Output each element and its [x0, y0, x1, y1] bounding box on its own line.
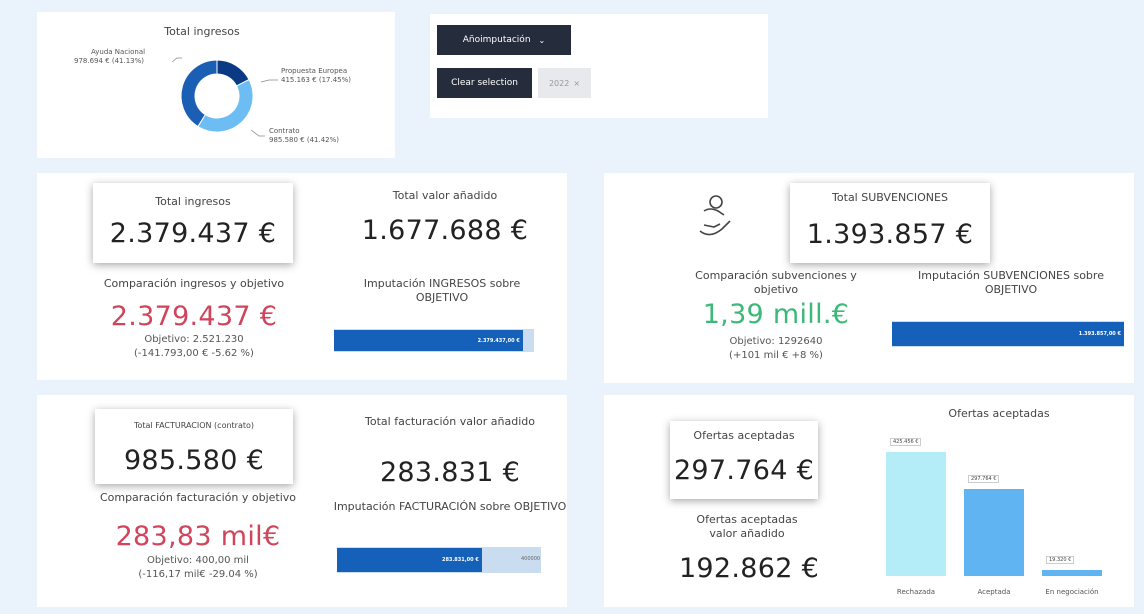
filter-card: Añoimputación ⌄ Clear selection 2022 × — [430, 14, 768, 118]
facturacion-gauge-target-label: 400000 — [521, 556, 541, 562]
chart-x-tick-label: Rechazada — [896, 588, 936, 596]
facturacion-va-title: Total facturación valor añadido — [365, 415, 535, 428]
subvenciones-comp-diff: (+101 mil € +8 %) — [729, 350, 823, 361]
facturacion-gauge-title: Imputación FACTURACIÓN sobre OBJETIVO — [333, 500, 567, 513]
ingresos-va-value: 1.677.688 € — [361, 215, 529, 246]
chart-x-tick-label: En negociación — [1045, 588, 1099, 596]
ingresos-gauge-fill: 2.379.437,00 € — [334, 330, 523, 351]
ingresos-comp-goal: Objetivo: 2.521.230 — [144, 334, 244, 345]
facturacion-comp-diff: (-116,17 mil€ -29.04 %) — [138, 569, 258, 580]
chart-data-label: 19.320 € — [1046, 556, 1075, 565]
gauge-value-label: 2.379.437,00 € — [477, 337, 520, 344]
donut-label-value: 415.163 € (17.45%) — [281, 76, 352, 84]
ingresos-kpi-box: Total ingresos 2.379.437 € — [93, 183, 293, 263]
chart-data-label: 425.456 € — [890, 438, 922, 446]
subvenciones-kpi-value: 1.393.857 € — [806, 219, 974, 250]
subvenciones-kpi-title: Total SUBVENCIONES — [832, 191, 948, 204]
donut-label-contrato: Contrato 985.580 € (41.42%) — [269, 127, 379, 145]
facturacion-gauge-fill: 283.831,00 € — [337, 548, 482, 572]
year-chip-label: 2022 — [548, 78, 570, 88]
facturacion-kpi-title: Total FACTURACION (contrato) — [133, 421, 255, 430]
chart-x-tick-label: Aceptada — [977, 588, 1011, 596]
chart-bar[interactable] — [886, 452, 946, 576]
donut-label-value: 978.694 € (41.13%) — [73, 57, 144, 65]
facturacion-kpi-box: Total FACTURACION (contrato) 985.580 € — [95, 409, 293, 484]
chevron-down-icon: ⌄ — [538, 35, 546, 45]
close-icon[interactable]: × — [573, 79, 580, 88]
ingresos-card: Total ingresos 2.379.437 € Total valor a… — [37, 173, 567, 380]
chart-bar[interactable] — [1042, 570, 1102, 576]
ingresos-kpi-value: 2.379.437 € — [109, 218, 277, 249]
subvenciones-kpi-box: Total SUBVENCIONES 1.393.857 € — [790, 183, 990, 263]
subvenciones-comp-goal: Objetivo: 1292640 — [729, 336, 823, 347]
facturacion-comp-title: Comparación facturación y objetivo — [99, 491, 297, 504]
donut-label-name: Contrato — [269, 127, 300, 135]
facturacion-kpi-value: 985.580 € — [123, 445, 265, 476]
donut-label-name: Propuesta Europea — [281, 67, 348, 75]
year-dropdown-label: Añoimputación — [462, 35, 531, 45]
ingresos-kpi-title: Total ingresos — [155, 195, 231, 208]
ingresos-comp-title: Comparación ingresos y objetivo — [103, 277, 285, 290]
subvenciones-card: Total SUBVENCIONES 1.393.857 € Comparaci… — [604, 173, 1134, 383]
year-dropdown[interactable]: Añoimputación ⌄ — [437, 25, 571, 55]
donut-label-propuesta: Propuesta Europea 415.163 € (17.45%) — [281, 67, 391, 85]
donut-label-value: 985.580 € (41.42%) — [269, 136, 340, 144]
donut-card: Total ingresos Ayuda Nacional 978.694 € … — [37, 12, 395, 158]
donut-label-name: Ayuda Nacional — [90, 48, 146, 56]
subvenciones-gauge-title: Imputación SUBVENCIONES sobre OBJETIVO — [918, 269, 1104, 296]
gauge-value-label: 1.393.857,00 € — [1078, 331, 1121, 337]
ingresos-va-title: Total valor añadido — [392, 189, 498, 202]
clear-selection-button[interactable]: Clear selection — [437, 68, 532, 98]
donut-label-ayuda: Ayuda Nacional 978.694 € (41.13%) — [53, 48, 183, 66]
ofertas-card: Ofertas aceptadas 297.764 € Ofertas acep… — [604, 395, 1134, 607]
gauge-value-label: 283.831,00 € — [441, 557, 479, 563]
ingresos-comp-value: 2.379.437 € — [110, 301, 278, 332]
subvenciones-gauge-fill: 1.393.857,00 € — [892, 322, 1124, 346]
facturacion-comp-goal: Objetivo: 400,00 mil — [147, 555, 249, 566]
ingresos-comp-diff: (-141.793,00 € -5.62 %) — [134, 348, 254, 359]
chart-bar[interactable] — [964, 489, 1024, 576]
hand-coin-icon — [699, 195, 731, 236]
year-chip[interactable]: 2022 × — [538, 68, 591, 98]
chart-data-label: 297.764 € — [968, 475, 1000, 484]
subvenciones-comp-value: 1,39 mill.€ — [702, 299, 850, 330]
facturacion-comp-value: 283,83 mil€ — [115, 521, 281, 552]
ingresos-gauge-title: Imputación INGRESOS sobre OBJETIVO — [363, 277, 521, 304]
facturacion-card: Total FACTURACION (contrato) 985.580 € T… — [37, 395, 567, 607]
subvenciones-comp-title: Comparación subvenciones y objetivo — [695, 269, 857, 296]
bar-chart: 425.456 € Rechazada 297.764 € Aceptada 19.32… — [604, 395, 1134, 607]
facturacion-va-value: 283.831 € — [379, 457, 521, 488]
